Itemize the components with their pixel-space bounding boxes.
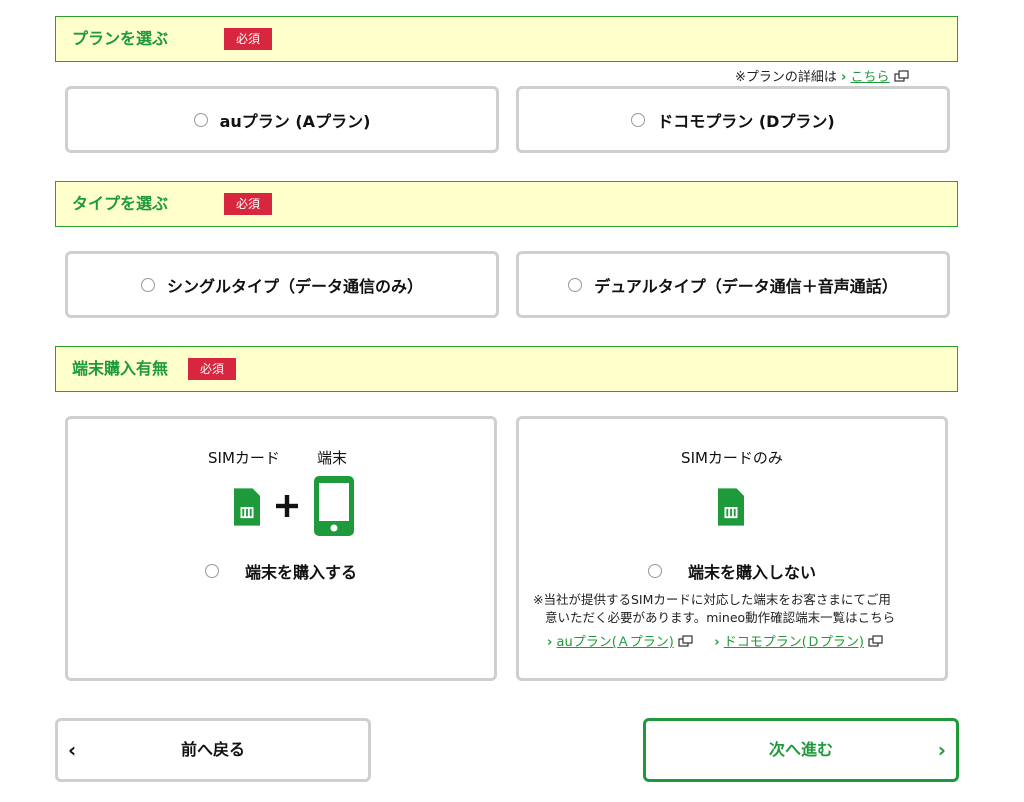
type-section-header: タイプを選ぶ 必須 xyxy=(55,181,958,227)
external-link-icon xyxy=(678,635,693,647)
sim-card-icon xyxy=(234,488,260,526)
plan-detail-note: ※プランの詳細は › こちら xyxy=(735,66,910,85)
chevron-right-icon: › xyxy=(937,738,946,762)
type-option-dual[interactable]: デュアルタイプ（データ通信＋音声通話） xyxy=(516,251,950,318)
type-single-radio[interactable] xyxy=(140,277,155,292)
required-badge: 必須 xyxy=(224,193,273,215)
device-option-buy[interactable]: SIMカード 端末 端末を購入する xyxy=(65,416,497,681)
plus-icon xyxy=(276,495,298,517)
plan-au-radio[interactable] xyxy=(193,112,208,127)
smartphone-icon xyxy=(314,476,354,536)
type-dual-radio[interactable] xyxy=(568,277,583,292)
plan-au-label: auプラン (Aプラン) xyxy=(219,111,371,131)
plan-option-docomo[interactable]: ドコモプラン (Dプラン) xyxy=(516,86,950,153)
device-option-nobuy[interactable]: SIMカードのみ 端末を購入しない ※当社が提供するSIMカードに対応した端末を… xyxy=(516,416,948,681)
next-button[interactable]: 次へ進む › xyxy=(643,718,959,782)
plan-section-title: プランを選ぶ xyxy=(72,29,169,48)
device-buy-label: 端末を購入する xyxy=(244,563,357,582)
external-link-icon xyxy=(868,635,883,647)
device-buy-radio[interactable] xyxy=(204,564,219,578)
device-nobuy-label: 端末を購入しない xyxy=(687,563,816,582)
note-line-1: ※当社が提供するSIMカードに対応した端末をお客さまにてご用 xyxy=(533,592,891,607)
plan-docomo-radio[interactable] xyxy=(631,112,646,127)
sim-only-caption: SIMカードのみ xyxy=(681,449,783,467)
plan-section-header: プランを選ぶ 必須 xyxy=(55,16,958,62)
type-section-title: タイプを選ぶ xyxy=(72,194,169,213)
device-nobuy-note: ※当社が提供するSIMカードに対応した端末をお客さまにてご用 意いただく必要があ… xyxy=(533,591,895,627)
note-line-2: 意いただく必要があります。mineo動作確認端末一覧はこちら xyxy=(545,610,896,625)
required-badge: 必須 xyxy=(188,358,237,380)
device-caption: 端末 xyxy=(317,449,348,467)
plan-note-text: ※プランの詳細は xyxy=(735,70,837,85)
back-button-label: 前へ戻る xyxy=(180,740,245,759)
chevron-right-icon: › xyxy=(547,635,553,650)
plan-option-au[interactable]: auプラン (Aプラン) xyxy=(65,86,499,153)
type-dual-label: デュアルタイプ（データ通信＋音声通話） xyxy=(594,276,898,296)
device-section-title: 端末購入有無 xyxy=(72,359,169,378)
external-link-icon xyxy=(894,70,909,82)
sim-card-icon xyxy=(718,488,744,526)
type-single-label: シングルタイプ（データ通信のみ） xyxy=(166,276,423,296)
au-plan-device-link[interactable]: auプラン(Ａプラン) xyxy=(557,635,674,650)
device-nobuy-radio[interactable] xyxy=(647,564,662,578)
required-badge: 必須 xyxy=(224,28,273,50)
device-section-header: 端末購入有無 必須 xyxy=(55,346,958,392)
compatible-device-links: › auプラン(Ａプラン) › ドコモプラン(Ｄプラン) xyxy=(547,631,884,650)
back-button[interactable]: ‹ 前へ戻る xyxy=(55,718,371,782)
next-button-label: 次へ進む xyxy=(768,740,833,759)
chevron-right-icon: › xyxy=(841,70,847,85)
type-option-single[interactable]: シングルタイプ（データ通信のみ） xyxy=(65,251,499,318)
docomo-plan-device-link[interactable]: ドコモプラン(Ｄプラン) xyxy=(724,635,864,650)
chevron-right-icon: › xyxy=(714,635,720,650)
plan-detail-link[interactable]: こちら xyxy=(851,70,890,85)
sim-card-caption: SIMカード xyxy=(208,449,280,467)
plan-docomo-label: ドコモプラン (Dプラン) xyxy=(657,111,835,131)
